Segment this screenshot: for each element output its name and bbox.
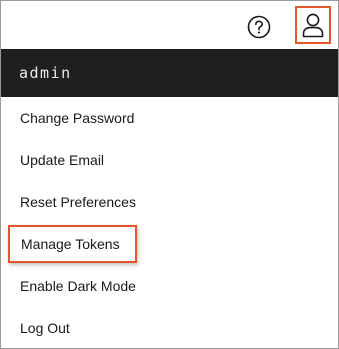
menu-item-reset-preferences[interactable]: Reset Preferences: [1, 181, 338, 223]
menu-item-label: Log Out: [20, 320, 70, 336]
menu-item-manage-tokens[interactable]: Manage Tokens: [8, 225, 137, 263]
username-label: admin: [19, 64, 72, 82]
help-button[interactable]: [246, 14, 272, 40]
menu-item-label: Manage Tokens: [21, 236, 120, 252]
menu-item-label: Reset Preferences: [20, 194, 136, 210]
menu-item-change-password[interactable]: Change Password: [1, 97, 338, 139]
user-icon: [302, 13, 324, 38]
user-menu-button[interactable]: [295, 6, 331, 44]
menu-item-enable-dark-mode[interactable]: Enable Dark Mode: [1, 265, 338, 307]
menu-item-update-email[interactable]: Update Email: [1, 139, 338, 181]
user-menu-list: Change Password Update Email Reset Prefe…: [1, 97, 338, 349]
user-menu-window: admin Change Password Update Email Reset…: [0, 0, 339, 349]
menu-item-log-out[interactable]: Log Out: [1, 307, 338, 349]
menu-item-label: Change Password: [20, 110, 135, 126]
question-circle-icon: [247, 15, 271, 39]
menu-username-header: admin: [1, 49, 338, 97]
top-bar: [1, 1, 338, 49]
menu-item-label: Enable Dark Mode: [20, 278, 136, 294]
menu-item-label: Update Email: [20, 152, 105, 168]
